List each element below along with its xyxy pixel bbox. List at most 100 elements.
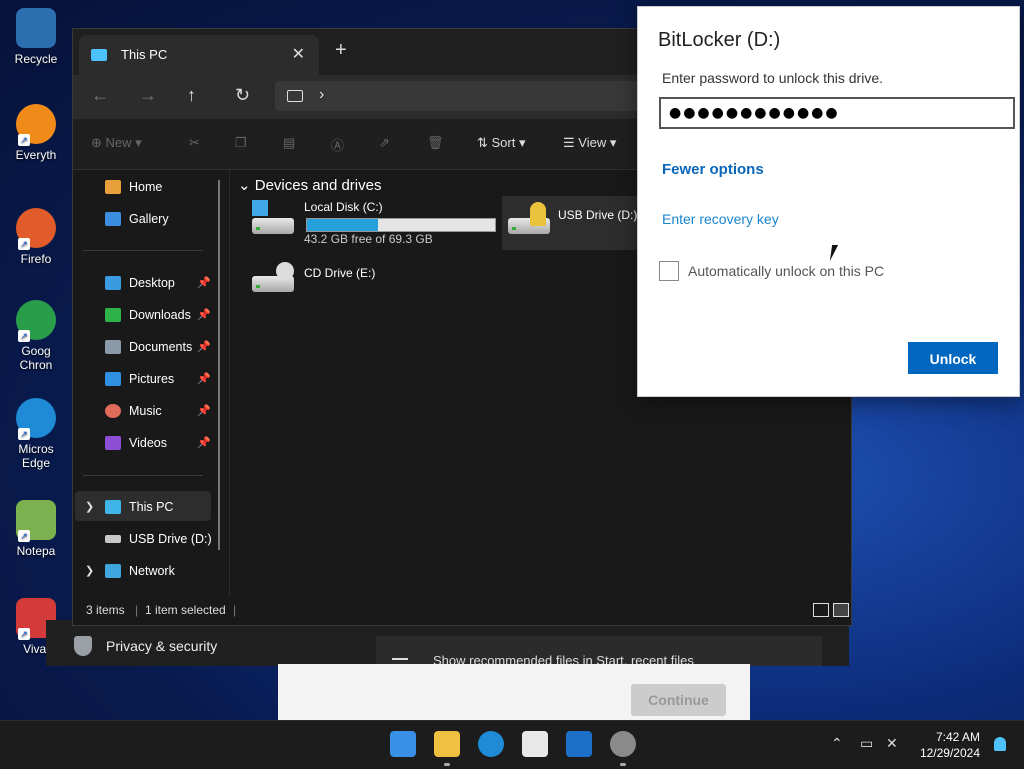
edge-icon: ↗	[16, 398, 56, 440]
taskbar: ⌃ ▭ ✕ 7:42 AM 12/29/2024	[0, 720, 1024, 769]
paste-icon[interactable]: ▤	[283, 135, 295, 151]
password-prompt: Enter password to unlock this drive.	[662, 70, 883, 86]
sidebar-item-label: Pictures	[129, 372, 175, 386]
pin-icon: 📌	[197, 277, 211, 289]
sidebar-item-videos[interactable]: Videos	[105, 432, 167, 454]
close-tab-icon[interactable]: ✕	[292, 44, 305, 64]
usage-bar-fill	[307, 219, 378, 231]
settings-gear-icon[interactable]	[610, 731, 636, 757]
videos-icon	[105, 436, 121, 450]
tiles-view-icon[interactable]	[833, 603, 849, 617]
home-icon	[105, 180, 121, 194]
sidebar-item-label: USB Drive (D:)	[129, 532, 212, 546]
desktop-icon-label: Micros Edge	[18, 442, 54, 470]
this-pc-icon	[91, 49, 107, 61]
chevron-right-icon[interactable]: ❯	[85, 564, 94, 577]
privacy-security-label: Privacy & security	[106, 638, 218, 654]
fewer-options-link[interactable]: Fewer options	[662, 161, 764, 178]
sidebar-item-label: Network	[129, 564, 175, 578]
this-pc-icon	[105, 500, 121, 514]
volume-muted-icon[interactable]: ✕	[886, 735, 898, 752]
view-button[interactable]: ☰ View ▾	[563, 135, 616, 151]
dialog-title: BitLocker (D:)	[658, 29, 781, 51]
devices-group-header[interactable]: ⌄ Devices and drives	[238, 176, 381, 194]
chrome-shortcut[interactable]: ↗ Goog Chron	[6, 300, 66, 372]
start-icon[interactable]	[390, 731, 416, 757]
refresh-icon[interactable]: ↻	[235, 85, 250, 106]
everything-icon: ↗	[16, 104, 56, 146]
recycle-bin-icon[interactable]: Recycle	[6, 8, 66, 66]
address-bar[interactable]: ›	[275, 81, 695, 111]
sidebar-item-downloads[interactable]: Downloads	[105, 304, 191, 326]
shield-icon	[74, 636, 92, 656]
clock[interactable]: 7:42 AM 12/29/2024	[920, 729, 980, 761]
music-icon	[105, 404, 121, 418]
rename-icon[interactable]: Ⓐ	[331, 135, 344, 154]
store-icon[interactable]	[522, 731, 548, 757]
network-icon[interactable]: ▭	[860, 735, 873, 752]
shortcut-arrow-icon: ↗	[18, 134, 30, 146]
drive-e-name: CD Drive (E:)	[304, 266, 376, 280]
auto-unlock-label: Automatically unlock on this PC	[688, 263, 885, 279]
notepad-shortcut[interactable]: ↗ Notepa	[6, 500, 66, 558]
sort-button[interactable]: ⇅ Sort ▾	[477, 135, 526, 151]
delete-icon[interactable]: 🗑	[427, 135, 444, 151]
sidebar-item-desktop[interactable]: Desktop	[105, 272, 175, 294]
navigation-pane: Home Gallery Desktop 📌 Downloads 📌 Docum…	[73, 170, 223, 596]
sidebar-item-label: Desktop	[129, 276, 175, 290]
everything-shortcut[interactable]: ↗ Everyth	[6, 104, 66, 162]
drive-c-name: Local Disk (C:)	[304, 200, 383, 214]
drive-c-free-space: 43.2 GB free of 69.3 GB	[304, 232, 433, 246]
sidebar-item-label: Downloads	[129, 308, 191, 322]
sidebar-item-gallery[interactable]: Gallery	[105, 208, 169, 230]
pin-icon: 📌	[197, 405, 211, 417]
disc-icon	[276, 262, 294, 280]
view-label: View	[578, 135, 607, 150]
outlook-icon[interactable]	[566, 731, 592, 757]
unlock-button[interactable]: Unlock	[908, 342, 998, 374]
copy-icon[interactable]: ❐	[235, 135, 247, 151]
auto-unlock-checkbox[interactable]	[659, 261, 679, 281]
shortcut-arrow-icon: ↗	[18, 530, 30, 542]
desktop-icon-label: Goog Chron	[19, 344, 53, 372]
sidebar-scrollbar[interactable]	[218, 180, 220, 550]
sort-label: Sort	[491, 135, 516, 150]
privacy-security-item[interactable]: Privacy & security	[74, 636, 217, 656]
sidebar-item-network[interactable]: Network	[105, 560, 175, 582]
sidebar-item-home[interactable]: Home	[105, 176, 162, 198]
notification-bell-icon[interactable]	[994, 737, 1006, 751]
sidebar-item-pictures[interactable]: Pictures	[105, 368, 174, 390]
sidebar-item-label: This PC	[129, 500, 174, 514]
drive-c-usage-bar	[306, 218, 496, 232]
share-icon[interactable]: ⇗	[379, 135, 390, 151]
edge-shortcut[interactable]: ↗ Micros Edge	[6, 398, 66, 470]
chevron-up-icon[interactable]: ⌃	[831, 735, 843, 752]
new-button[interactable]: ⊕ New ▾	[91, 135, 142, 151]
sidebar-item-usb-drive[interactable]: USB Drive (D:)	[105, 528, 212, 550]
up-arrow-icon[interactable]: ↑	[187, 85, 196, 106]
divider	[83, 475, 203, 476]
status-divider: |	[135, 603, 139, 617]
cut-icon[interactable]: ✂	[189, 135, 200, 151]
tab-this-pc[interactable]: This PC ✕	[79, 35, 319, 75]
details-view-icon[interactable]	[813, 603, 829, 617]
password-field[interactable]: ●●●●●●●●●●●●	[659, 97, 1015, 129]
mouse-cursor-icon	[829, 245, 845, 261]
sidebar-item-this-pc[interactable]: This PC	[105, 496, 173, 518]
continue-button[interactable]: Continue	[631, 684, 726, 716]
sidebar-item-music[interactable]: Music	[105, 400, 162, 422]
sidebar-item-documents[interactable]: Documents	[105, 336, 192, 358]
file-explorer-icon[interactable]	[434, 731, 460, 757]
new-tab-button[interactable]: +	[335, 39, 347, 62]
status-bar: 3 items | 1 item selected |	[73, 595, 851, 625]
chevron-right-icon[interactable]: ›	[319, 86, 324, 104]
chevron-right-icon[interactable]: ❯	[85, 500, 94, 513]
recovery-key-link[interactable]: Enter recovery key	[662, 211, 779, 227]
desktop-icon-label: Everyth	[15, 148, 57, 162]
firefox-shortcut[interactable]: ↗ Firefo	[6, 208, 66, 266]
gallery-icon	[105, 212, 121, 226]
desktop-icon	[105, 276, 121, 290]
back-arrow-icon[interactable]: ←	[91, 85, 109, 106]
edge-icon[interactable]	[478, 731, 504, 757]
forward-arrow-icon[interactable]: →	[139, 85, 157, 106]
